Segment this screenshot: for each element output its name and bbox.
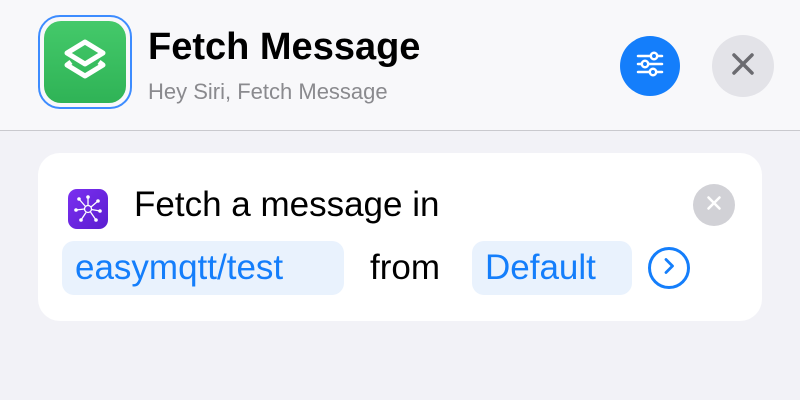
mqtt-network-icon: [68, 189, 108, 229]
close-button[interactable]: [712, 35, 774, 97]
shortcut-title[interactable]: Fetch Message: [148, 26, 420, 69]
connector-label: from: [370, 248, 440, 287]
topic-parameter-token[interactable]: easymqtt/test: [62, 241, 344, 295]
broker-parameter-token[interactable]: Default: [472, 241, 632, 295]
action-card: Fetch a message in easymqtt/test from De…: [38, 153, 762, 321]
close-icon: [706, 195, 722, 216]
action-description: Fetch a message in: [134, 185, 440, 224]
shortcut-subtitle: Hey Siri, Fetch Message: [148, 79, 388, 104]
shortcut-header: Fetch Message Hey Siri, Fetch Message: [0, 0, 800, 131]
chevron-right-circle-icon: [659, 256, 679, 281]
settings-button[interactable]: [620, 36, 680, 96]
remove-action-button[interactable]: [693, 184, 735, 226]
shortcut-app-icon[interactable]: [38, 15, 132, 109]
expand-options-button[interactable]: [648, 247, 690, 289]
sliders-icon: [632, 46, 668, 87]
shortcuts-layers-icon: [44, 21, 126, 103]
close-icon: [730, 51, 756, 82]
